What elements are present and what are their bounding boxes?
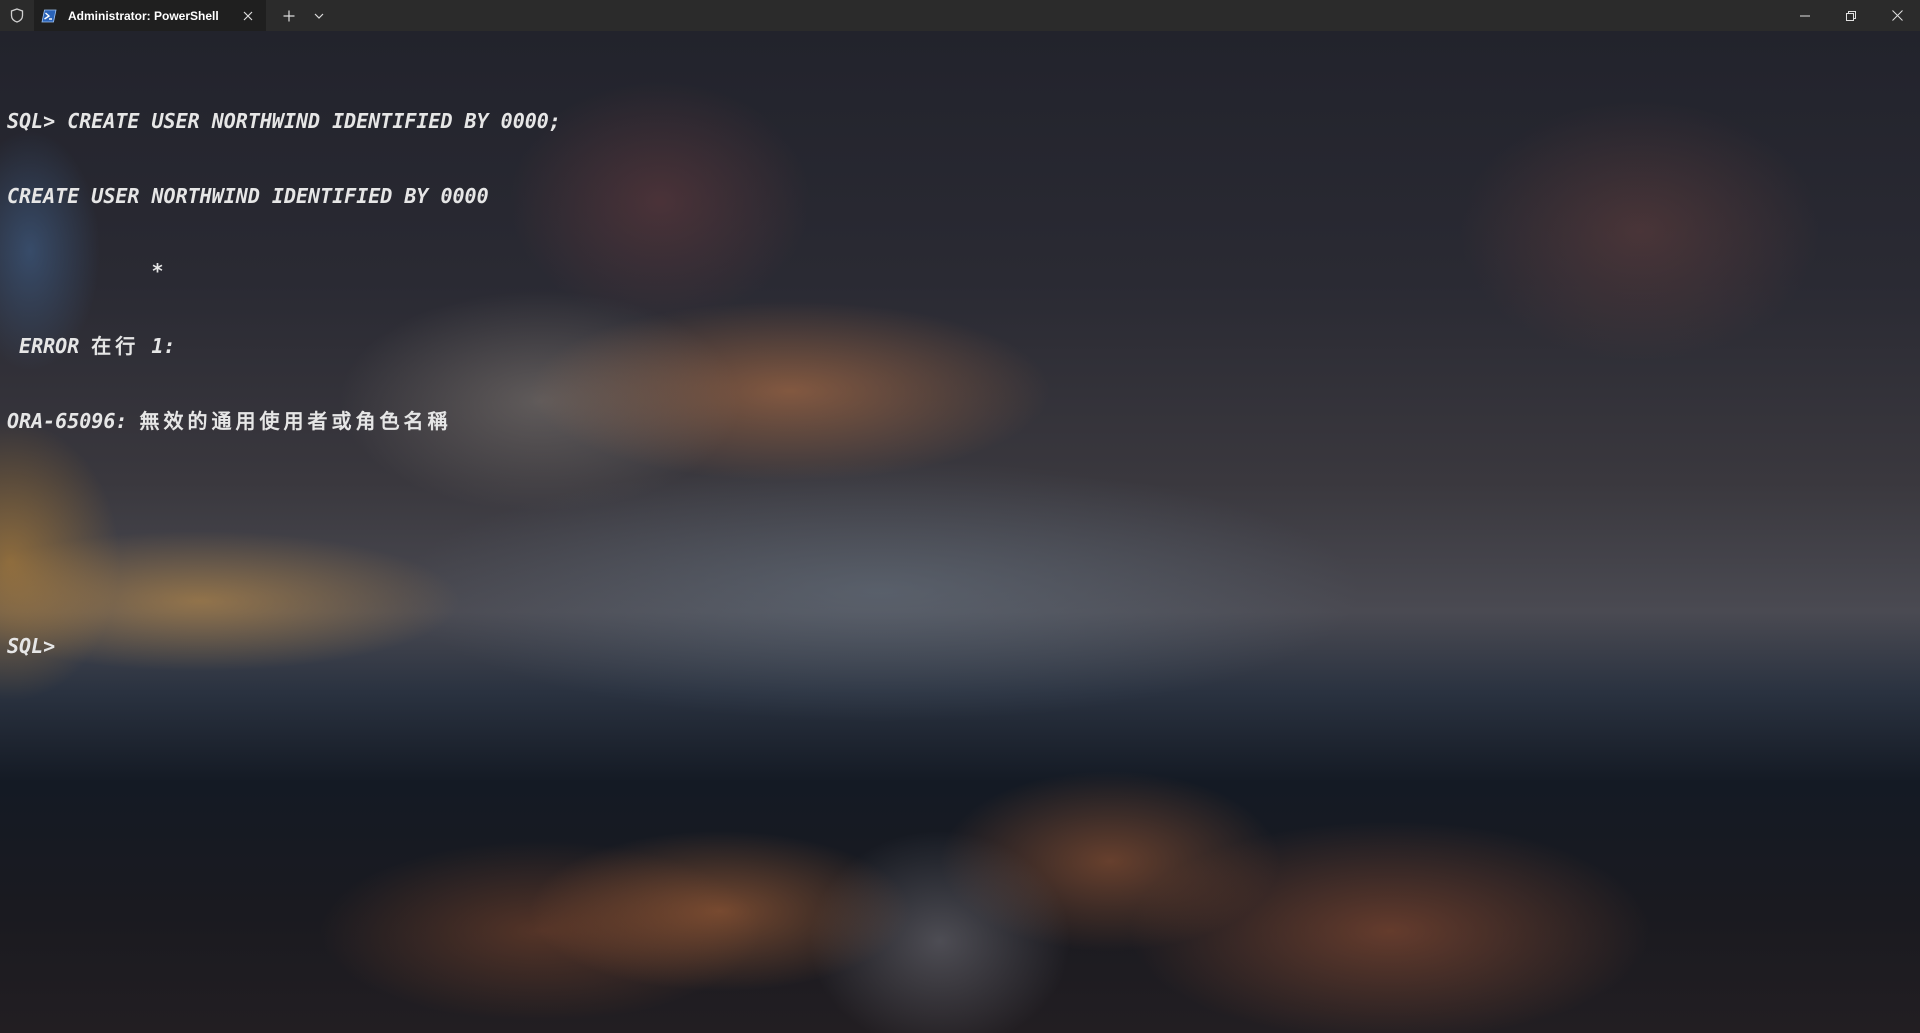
error-message: 無效的通用使用者或角色名稱 (139, 409, 452, 433)
minimize-icon[interactable] (1782, 0, 1828, 31)
title-bar: Administrator: PowerShell (0, 0, 1920, 31)
console-line: ORA-65096: 無效的通用使用者或角色名稱 (7, 409, 561, 434)
terminal-pane[interactable]: SQL> CREATE USER NORTHWIND IDENTIFIED BY… (0, 31, 1920, 1033)
tab-title: Administrator: PowerShell (68, 8, 219, 23)
close-icon[interactable] (238, 6, 258, 26)
error-location-text: 在行 (91, 334, 140, 358)
console-line: * (7, 259, 164, 283)
powershell-icon (40, 7, 58, 25)
chevron-down-icon[interactable] (308, 0, 330, 31)
close-icon[interactable] (1874, 0, 1920, 31)
console-output: SQL> CREATE USER NORTHWIND IDENTIFIED BY… (7, 59, 561, 709)
console-line: ERROR 在行 1: (7, 334, 561, 359)
window-controls (1782, 0, 1920, 31)
error-line-number: 1: (139, 334, 176, 358)
console-line: CREATE USER NORTHWIND IDENTIFIED BY 0000 (7, 184, 489, 208)
shield-icon (0, 0, 34, 31)
sql-prompt[interactable]: SQL> (7, 634, 561, 659)
error-label: ERROR (7, 334, 92, 358)
terminal-window: Administrator: PowerShell SQL> CREATE US… (0, 0, 1920, 1033)
error-code: ORA-65096: (7, 409, 140, 433)
console-line: SQL> CREATE USER NORTHWIND IDENTIFIED BY… (7, 109, 561, 133)
plus-icon[interactable] (270, 0, 308, 31)
tab-powershell[interactable]: Administrator: PowerShell (34, 0, 266, 31)
restore-icon[interactable] (1828, 0, 1874, 31)
